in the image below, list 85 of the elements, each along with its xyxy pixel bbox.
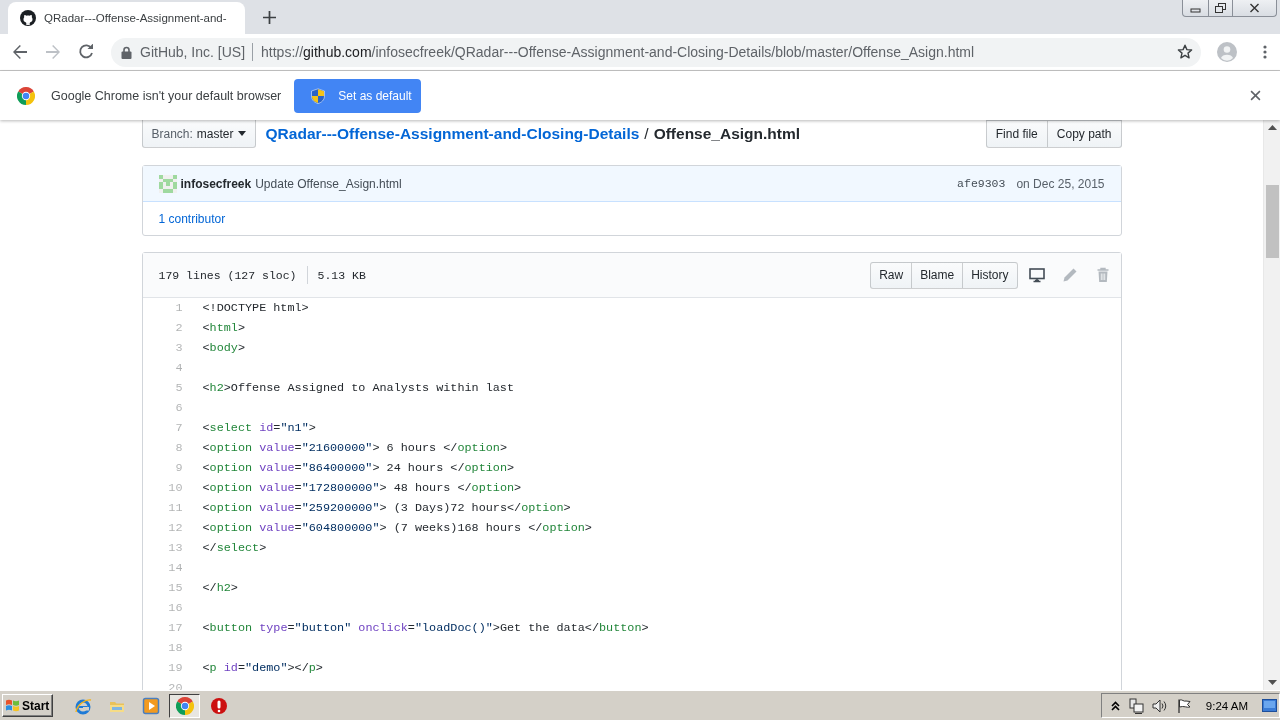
code-line: <!DOCTYPE html>	[202, 301, 309, 315]
restore-icon	[1215, 3, 1226, 13]
exclamation-circle-icon	[209, 696, 228, 715]
line-number: 1	[175, 301, 183, 315]
line-number: 4	[175, 361, 183, 375]
code-line: <select id="n1">	[202, 421, 316, 435]
line-number: 12	[168, 521, 183, 535]
reload-icon[interactable]	[78, 44, 94, 60]
star-icon[interactable]	[1177, 44, 1193, 60]
close-icon[interactable]	[1250, 90, 1261, 101]
code-line: <option value="259200000"> (3 Days)72 hours</option>	[202, 501, 571, 515]
letter-e-globe-icon	[73, 696, 92, 715]
ring-logo-icon	[17, 86, 35, 105]
address-bar[interactable]: GitHub, Inc. [US] https://github.com/infosecfreek/QRadar---Offense-Assignment-and-Closing-Details/blob/master/Offense_Asign.html	[111, 37, 1201, 67]
contributors-link[interactable]: 1 contributor	[158, 211, 226, 226]
site-info-chip[interactable]: GitHub, Inc. [US]	[121, 44, 246, 60]
breadcrumb-separator: /	[644, 125, 649, 142]
cat-silhouette-icon	[20, 10, 36, 26]
menu-icon[interactable]	[1263, 45, 1267, 59]
code-line: <option value="172800000"> 48 hours </option>	[202, 481, 522, 495]
line-number: 14	[168, 561, 183, 575]
close-icon	[1249, 3, 1260, 13]
line-number: 11	[168, 501, 183, 515]
new-tab-icon[interactable]	[263, 11, 276, 24]
code-line: </h2>	[202, 581, 238, 595]
raw-button[interactable]: Raw	[870, 261, 913, 289]
line-number: 19	[168, 661, 183, 675]
line-number: 3	[175, 341, 183, 355]
line-number: 6	[175, 401, 183, 415]
scrollbar-thumb[interactable]	[1265, 185, 1279, 258]
chevron-up-icon[interactable]	[1110, 700, 1120, 711]
lock-icon	[121, 45, 132, 59]
back-icon[interactable]	[12, 44, 28, 60]
windows-flag-icon	[5, 698, 20, 713]
line-number: 13	[168, 541, 183, 555]
file-size: 5.13 KB	[317, 268, 366, 282]
monitor-icon[interactable]	[1028, 267, 1045, 283]
line-number: 10	[168, 481, 183, 495]
speaker-icon[interactable]	[1151, 697, 1168, 714]
start-button[interactable]: Start	[2, 694, 53, 717]
line-count: 179 lines (127 sloc)	[158, 268, 297, 282]
copy-path-button[interactable]: Copy path	[1046, 120, 1122, 148]
taskbar-button[interactable]	[169, 693, 200, 718]
play-icon	[141, 696, 160, 715]
code-line: <option value="86400000"> 24 hours </option>	[202, 461, 515, 475]
infobar-message: Google Chrome isn't your default browser	[51, 88, 282, 103]
browser-tab[interactable]: QRadar---Offense-Assignment-and-	[8, 2, 245, 34]
line-number: 2	[175, 321, 183, 335]
line-number: 16	[168, 601, 183, 615]
shield-icon	[310, 87, 327, 104]
set-default-button[interactable]: Set as default	[294, 78, 422, 113]
clock[interactable]: 9:24 AM	[1205, 699, 1248, 712]
code-line: <body>	[202, 341, 245, 355]
commit-sha-link[interactable]: afe9303	[957, 177, 1006, 190]
line-number: 7	[175, 421, 183, 435]
line-number: 8	[175, 441, 183, 455]
repo-link[interactable]: QRadar---Offense-Assignment-and-Closing-Details	[265, 125, 640, 142]
identicon-avatar-icon	[158, 174, 177, 193]
caret-icon	[237, 131, 246, 136]
scroll-down-icon[interactable]	[1267, 680, 1277, 685]
code-line: <option value="21600000"> 6 hours </option>	[202, 441, 507, 455]
file-name: Offense_Asign.html	[653, 125, 801, 142]
line-number: 18	[168, 641, 183, 655]
code-line: <option value="604800000"> (7 weeks)168 hours </option>	[202, 521, 592, 535]
code-line: <h2>Offense Assigned to Analysts within last	[202, 381, 515, 395]
history-button[interactable]: History	[962, 261, 1018, 289]
flag-icon[interactable]	[1175, 697, 1192, 714]
code-line: <p id="demo"></p>	[202, 661, 323, 675]
code-line: </select>	[202, 541, 267, 555]
line-number: 9	[175, 461, 183, 475]
blame-button[interactable]: Blame	[911, 261, 964, 289]
branch-select-button[interactable]: Branch: master	[141, 120, 256, 148]
line-number: 5	[175, 381, 183, 395]
code-line: <html>	[202, 321, 245, 335]
line-number: 17	[168, 621, 183, 635]
ring-logo-icon	[175, 696, 194, 715]
commit-date: on Dec 25, 2015	[1016, 176, 1105, 191]
scroll-up-icon[interactable]	[1267, 125, 1277, 130]
two-screens-icon[interactable]	[1127, 697, 1144, 714]
commit-message-link[interactable]: Update Offense_Asign.html	[255, 176, 402, 191]
code-line: <button type="button" onclick="loadDoc()">Get the data</button>	[202, 621, 649, 635]
find-file-button[interactable]: Find file	[985, 120, 1048, 148]
show-desktop-icon[interactable]	[1262, 698, 1277, 713]
line-number: 15	[168, 581, 183, 595]
author-link[interactable]: infosecfreek	[180, 176, 252, 191]
